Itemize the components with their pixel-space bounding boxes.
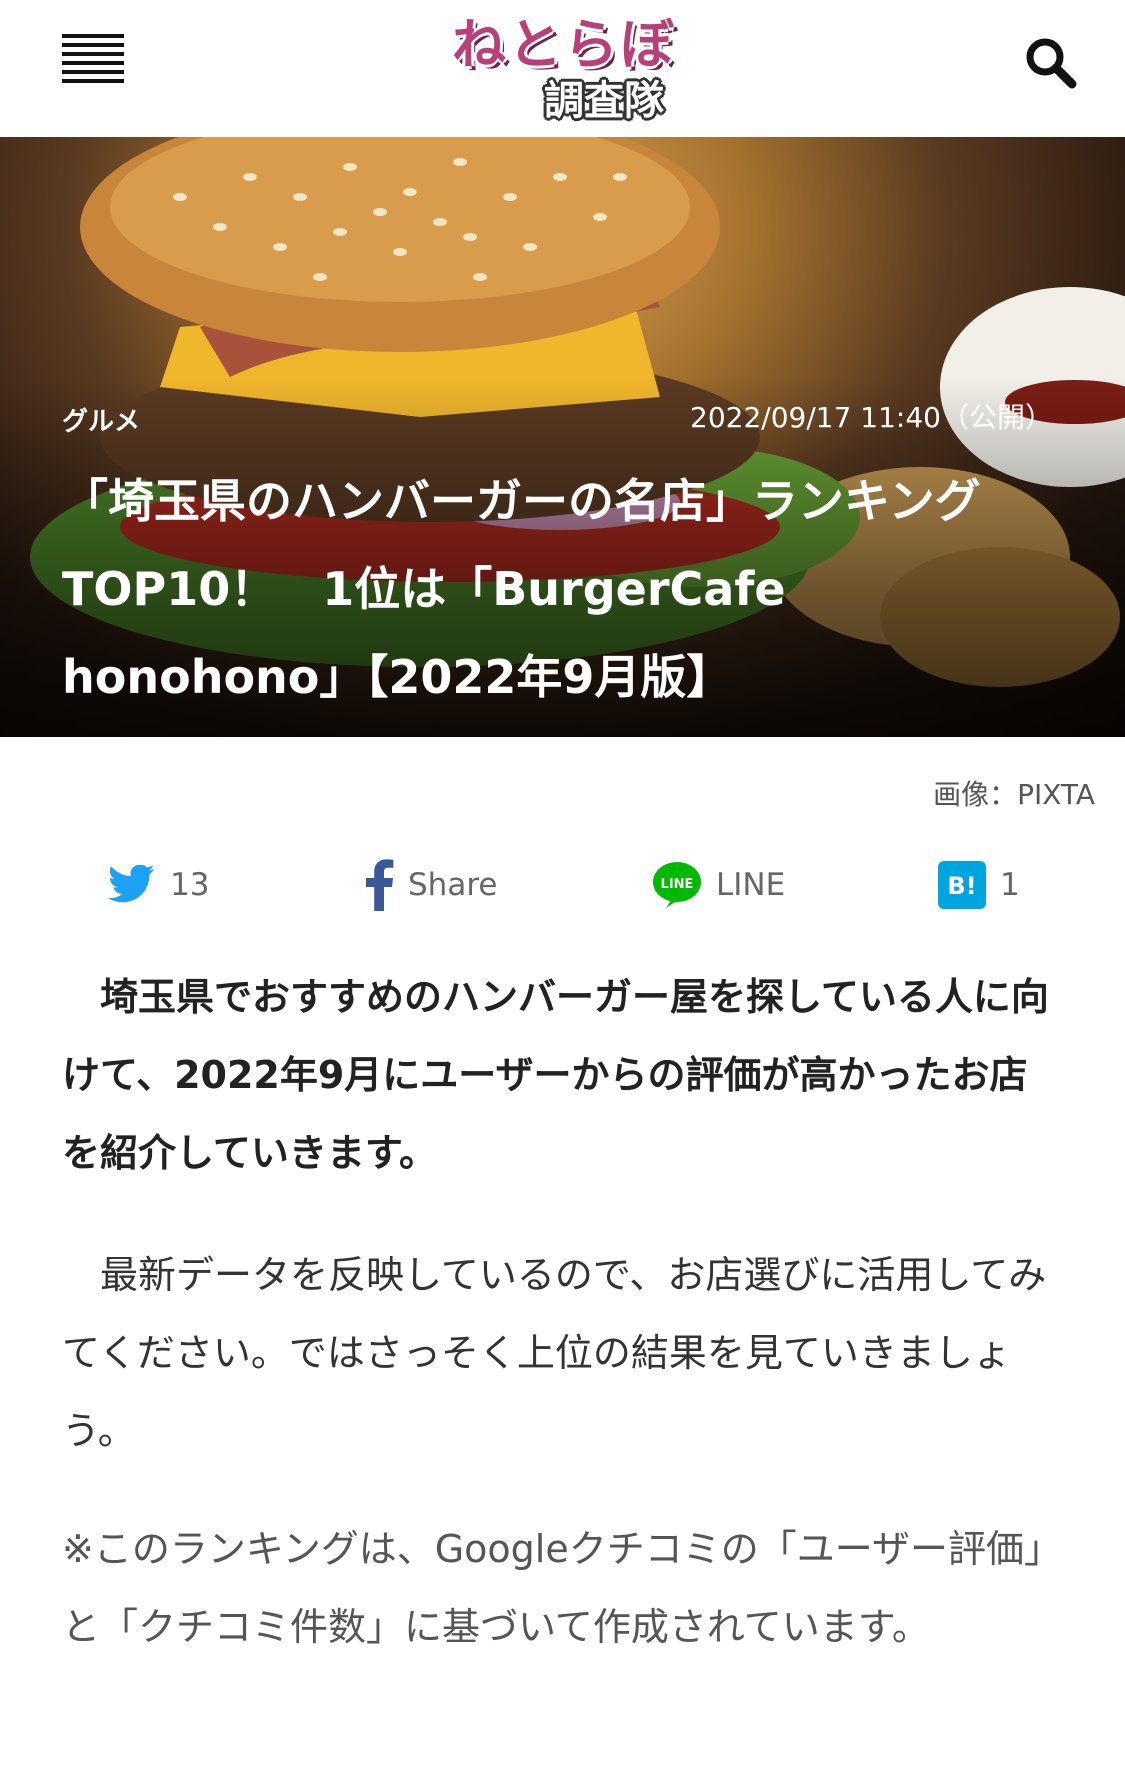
share-bar: 13 Share LINE LINE B! 1 (0, 845, 1125, 925)
logo-sub-text: 調査隊 (544, 78, 664, 124)
ranking-note: ※このランキングは、Googleクチコミの「ユーザー評価」と「クチコミ件数」に基… (62, 1527, 1062, 1649)
line-icon: LINE (653, 862, 701, 908)
search-icon[interactable] (1024, 36, 1078, 90)
hatena-bookmark-count: 1 (1000, 867, 1020, 903)
article-body: 埼玉県でおすすめのハンバーガー屋を探している人に向けて、2022年9月にユーザー… (62, 958, 1062, 1706)
facebook-share-button[interactable]: Share (366, 845, 497, 925)
hamburger-menu-icon[interactable] (62, 34, 124, 96)
hatena-bookmark-button[interactable]: B! 1 (938, 845, 1020, 925)
category-label[interactable]: グルメ (62, 401, 140, 438)
facebook-icon (366, 859, 394, 911)
line-share-button[interactable]: LINE LINE (652, 845, 785, 925)
line-share-label: LINE (716, 867, 786, 903)
twitter-share-count: 13 (170, 867, 210, 903)
facebook-share-label: Share (408, 867, 498, 903)
image-credit: 画像：PIXTA (933, 778, 1095, 811)
hero-image: グルメ 2022/09/17 11:40（公開） 「埼玉県のハンバーガーの名店」… (0, 137, 1125, 737)
publish-date: 2022/09/17 11:40（公開） (690, 401, 1053, 434)
article-lead: 埼玉県でおすすめのハンバーガー屋を探している人に向けて、2022年9月にユーザー… (62, 975, 1049, 1175)
twitter-share-button[interactable]: 13 (108, 845, 209, 925)
hatena-bookmark-icon: B! (938, 861, 986, 909)
site-logo[interactable]: ねとらぼ 調査隊 (440, 0, 680, 125)
site-header: ねとらぼ 調査隊 (0, 0, 1125, 137)
twitter-icon (108, 865, 155, 903)
svg-text:LINE: LINE (661, 877, 694, 892)
article-paragraph: 最新データを反映しているので、お店選びに活用してみてください。ではさっそく上位の… (62, 1253, 1047, 1453)
svg-text:B!: B! (947, 872, 976, 900)
article-title: 「埼玉県のハンバーガーの名店」ランキングTOP10！ 1位は「BurgerCaf… (62, 474, 981, 704)
